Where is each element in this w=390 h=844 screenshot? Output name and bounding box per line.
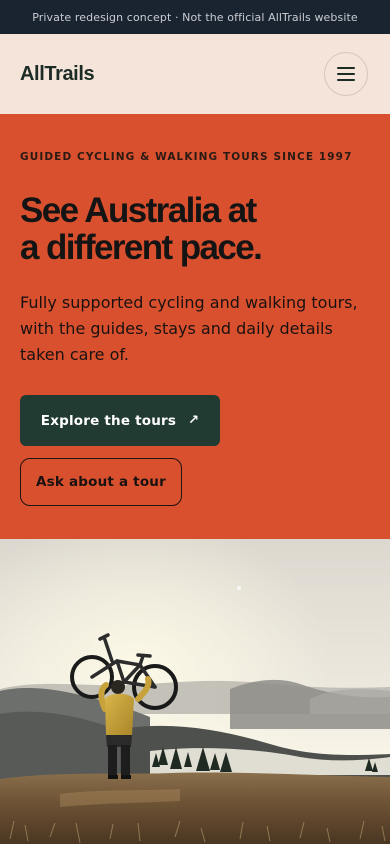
headline-line-2: a different pace. <box>20 228 263 267</box>
ask-about-tour-button[interactable]: Ask about a tour <box>20 458 182 506</box>
hero-headline: See Australia at a different pace. <box>20 192 360 266</box>
hamburger-menu-icon <box>337 67 355 81</box>
notice-bar: Private redesign concept · Not the offic… <box>0 0 390 34</box>
hero-section: GUIDED CYCLING & WALKING TOURS SINCE 199… <box>0 114 390 539</box>
logo[interactable]: AllTrails <box>20 63 95 86</box>
explore-tours-button[interactable]: Explore the tours ↗ <box>20 395 220 446</box>
arrow-up-right-icon: ↗ <box>188 413 200 428</box>
site-header: AllTrails <box>0 34 390 114</box>
ask-about-tour-label: Ask about a tour <box>36 474 166 490</box>
menu-button[interactable] <box>324 52 368 96</box>
hero-eyebrow: GUIDED CYCLING & WALKING TOURS SINCE 199… <box>20 151 353 163</box>
notice-text: Private redesign concept · Not the offic… <box>32 10 358 24</box>
headline-line-1: See Australia at <box>20 191 257 230</box>
cyclist-mountain-photo <box>0 539 390 844</box>
hero-lead: Fully supported cycling and walking tour… <box>20 293 358 364</box>
hero-photo <box>0 539 390 844</box>
explore-tours-label: Explore the tours <box>40 412 177 429</box>
